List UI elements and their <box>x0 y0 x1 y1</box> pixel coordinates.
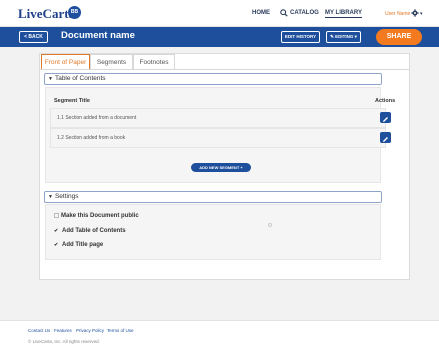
footer: Contact Us Features Privacy Policy Terms… <box>0 320 439 349</box>
tab-segments[interactable]: Segments <box>90 54 133 69</box>
nav-my-library[interactable]: MY LIBRARY <box>325 10 363 18</box>
top-navigation: LiveCarta BB HOME CATALOG MY LIBRARY Use… <box>0 0 439 27</box>
footer-link-privacy[interactable]: Privacy Policy <box>76 328 104 333</box>
footer-link-contact[interactable]: Contact Us <box>28 328 50 333</box>
setting-add-toc[interactable]: ✔ Add Table of Contents <box>54 228 126 234</box>
tab-footnotes[interactable]: Footnotes <box>133 54 175 69</box>
triangle-down-icon: ▼ <box>48 194 53 200</box>
table-row: 1.1 Section added from a document <box>50 108 391 128</box>
pencil-icon <box>383 137 388 142</box>
document-header: < BACK Document name EDIT HISTORY ✎ EDIT… <box>0 27 439 47</box>
footer-link-features[interactable]: Features <box>54 328 72 333</box>
copyright-text: © LiveCarta, Inc. All rights reserved. <box>28 339 100 344</box>
gear-icon[interactable] <box>411 9 419 17</box>
column-header-actions: Actions <box>375 98 396 104</box>
segment-title[interactable]: 1.2 Section added from a book <box>57 135 125 141</box>
check-icon[interactable]: ✔ <box>54 242 60 248</box>
footer-link-terms[interactable]: Terms of Use <box>107 328 134 333</box>
check-icon[interactable]: ✔ <box>54 228 60 234</box>
toc-section-title: Table of Contents <box>54 75 106 82</box>
edit-history-button[interactable]: EDIT HISTORY <box>281 31 320 43</box>
document-settings-panel: Front of Paper Segments Footnotes ▼ Table… <box>39 53 410 280</box>
document-title: Document name <box>61 30 135 41</box>
nav-catalog[interactable]: CATALOG <box>290 10 319 16</box>
loading-spinner-icon <box>268 223 272 227</box>
setting-label: Add Title page <box>62 242 104 248</box>
tab-front-of-paper[interactable]: Front of Paper <box>41 54 90 69</box>
user-name[interactable]: User Name <box>385 11 410 17</box>
settings-section-header[interactable]: ▼ Settings <box>44 191 382 203</box>
checkbox-unchecked[interactable] <box>54 213 59 218</box>
toc-section-header[interactable]: ▼ Table of Contents <box>44 73 382 85</box>
table-row: 1.2 Section added from a book <box>50 128 391 148</box>
setting-label: Add Table of Contents <box>62 228 126 234</box>
setting-make-public[interactable]: Make this Document public <box>54 213 139 219</box>
settings-section-title: Settings <box>54 193 79 200</box>
logo-badge: BB <box>68 6 81 19</box>
segment-title[interactable]: 1.1 Section added from a document <box>57 115 136 121</box>
pencil-icon <box>383 117 388 122</box>
edit-segment-button[interactable] <box>380 112 391 123</box>
triangle-down-icon: ▼ <box>48 76 53 82</box>
setting-add-title-page[interactable]: ✔ Add Title page <box>54 242 103 248</box>
column-header-segment-title: Segment Title <box>54 98 90 104</box>
share-button[interactable]: SHARE <box>376 29 422 45</box>
setting-label: Make this Document public <box>61 213 139 220</box>
add-new-segment-button[interactable]: ADD NEW SEGMENT + <box>191 163 251 172</box>
edit-segment-button[interactable] <box>380 132 391 143</box>
back-button[interactable]: < BACK <box>19 31 48 43</box>
nav-home[interactable]: HOME <box>252 10 270 16</box>
chevron-down-icon[interactable]: ▾ <box>420 11 423 17</box>
tab-divider <box>40 69 409 70</box>
livecarta-logo[interactable]: LiveCarta <box>18 6 75 22</box>
search-icon[interactable] <box>280 9 288 17</box>
editing-mode-dropdown[interactable]: ✎ EDITING ▾ <box>326 31 361 43</box>
